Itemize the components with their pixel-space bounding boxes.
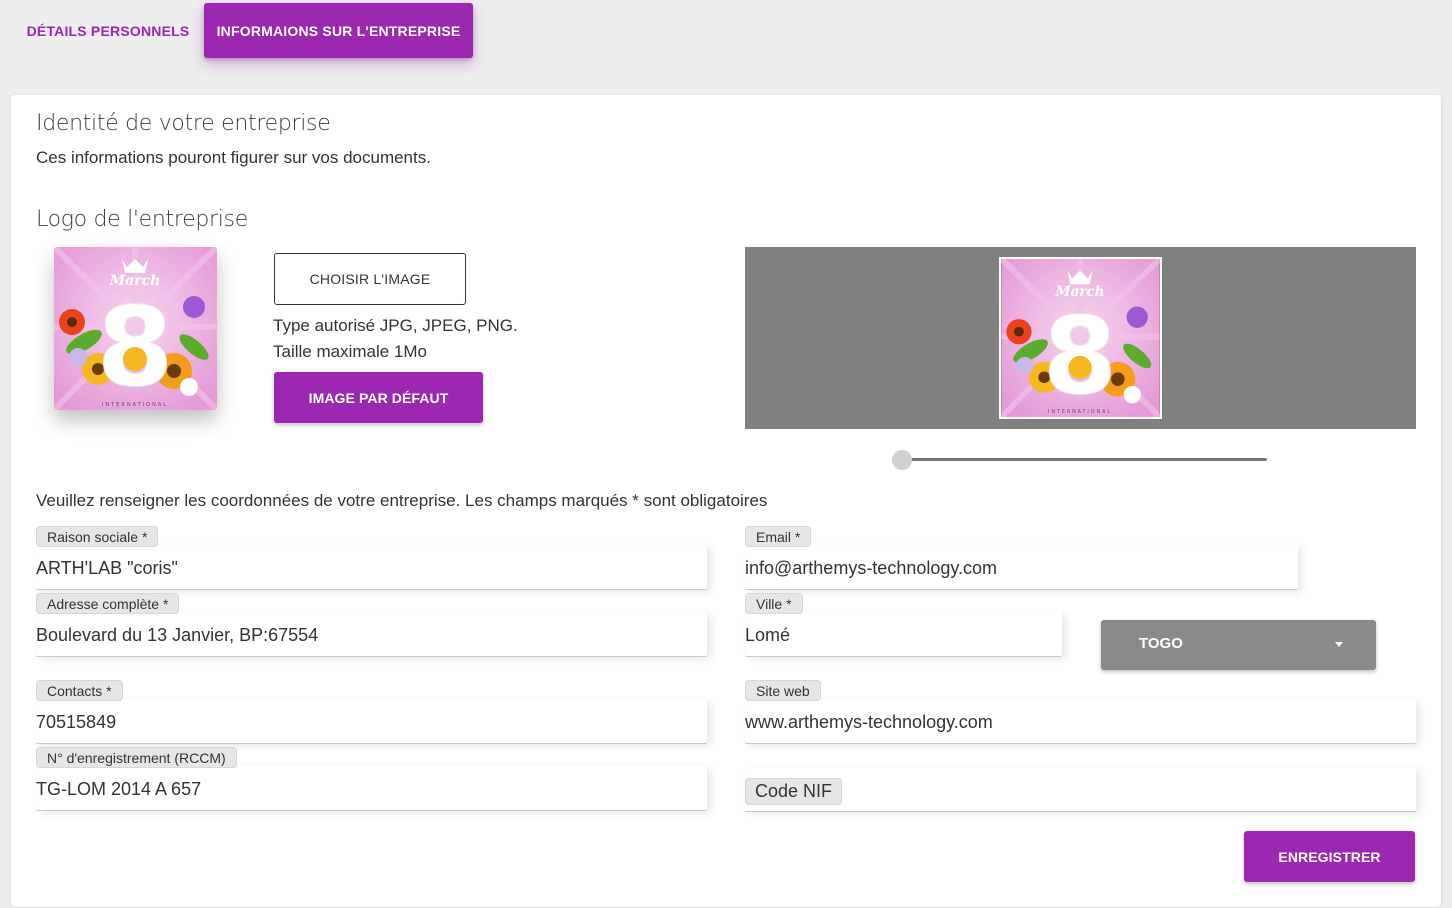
rccm-label: N° d'enregistrement (RCCM) <box>36 747 237 768</box>
contacts-field[interactable]: Contacts * 70515849 <box>36 680 707 744</box>
raison-sociale-value: ARTH'LAB "coris" <box>36 558 178 578</box>
tab-personal-details[interactable]: DÉTAILS PERSONNELS <box>14 3 202 58</box>
choose-image-button[interactable]: CHOISIR L'IMAGE <box>274 253 466 305</box>
zoom-slider[interactable] <box>892 450 1269 470</box>
logo-section-title: Logo de l'entreprise <box>36 207 248 232</box>
contacts-label: Contacts * <box>36 680 123 701</box>
logo-number: 8 <box>97 283 174 410</box>
allowed-types-hint: Type autorisé JPG, JPEG, PNG. <box>273 316 518 335</box>
logo-footer: INTERNATIONAL <box>102 402 168 408</box>
email-label: Email * <box>745 526 812 547</box>
ville-input[interactable] <box>745 612 1062 656</box>
raison-sociale-field[interactable]: Raison sociale * ARTH'LAB "coris" <box>36 526 707 590</box>
email-value: info@arthemys-technology.com <box>745 558 998 578</box>
default-image-button[interactable]: IMAGE PAR DÉFAUT <box>274 372 483 423</box>
cropped-logo-footer: INTERNATIONAL <box>1048 409 1112 415</box>
contacts-input[interactable] <box>36 699 707 743</box>
adresse-value: Boulevard du 13 Janvier, BP:67554 <box>36 625 319 645</box>
ville-label: Ville * <box>745 593 803 614</box>
rccm-field[interactable]: N° d'enregistrement (RCCM) TG-LOM 2014 A… <box>36 747 707 811</box>
contacts-value: 70515849 <box>36 712 117 732</box>
country-select[interactable]: TOGO <box>1101 620 1376 670</box>
site-web-value: www.arthemys-technology.com <box>745 712 993 732</box>
site-web-field[interactable]: Site web www.arthemys-technology.com <box>745 680 1416 744</box>
zoom-slider-thumb[interactable] <box>892 450 912 470</box>
site-web-label: Site web <box>745 680 821 701</box>
adresse-label: Adresse complète * <box>36 593 180 614</box>
identity-subtitle: Ces informations pouront figurer sur vos… <box>36 148 431 167</box>
chevron-down-icon <box>1335 642 1343 647</box>
identity-title: Identité de votre entreprise <box>36 111 331 136</box>
cropped-logo-number: 8 <box>1043 295 1117 417</box>
max-size-hint: Taille maximale 1Mo <box>273 342 427 361</box>
nif-placeholder-label: Code NIF <box>745 778 843 805</box>
country-select-value: TOGO <box>1139 635 1183 652</box>
adresse-field[interactable]: Adresse complète * Boulevard du 13 Janvi… <box>36 593 707 657</box>
zoom-slider-track[interactable] <box>902 458 1267 461</box>
nif-input[interactable] <box>745 767 1416 811</box>
cropped-logo-image: March 8 INTERNATIONAL <box>1001 259 1160 417</box>
logo-thumbnail: March 8 INTERNATIONAL <box>54 247 217 410</box>
ville-value: Lomé <box>745 625 791 645</box>
raison-sociale-label: Raison sociale * <box>36 526 159 547</box>
save-button[interactable]: ENREGISTRER <box>1244 831 1415 882</box>
form-intro: Veuillez renseigner les coordonnées de v… <box>36 491 768 510</box>
tab-bar: DÉTAILS PERSONNELS INFORMAIONS SUR L'ENT… <box>0 0 1452 60</box>
company-form-card: Identité de votre entreprise Ces informa… <box>11 95 1441 907</box>
ville-field[interactable]: Ville * Lomé <box>745 593 1062 657</box>
tab-company-info[interactable]: INFORMAIONS SUR L'ENTREPRISE <box>204 3 473 58</box>
email-field[interactable]: Email * info@arthemys-technology.com <box>745 526 1298 590</box>
rccm-value: TG-LOM 2014 A 657 <box>36 779 202 799</box>
image-cropper[interactable]: March 8 INTERNATIONAL <box>745 247 1416 429</box>
crop-area[interactable]: March 8 INTERNATIONAL <box>999 257 1162 419</box>
logo-image: March 8 INTERNATIONAL <box>54 247 217 410</box>
